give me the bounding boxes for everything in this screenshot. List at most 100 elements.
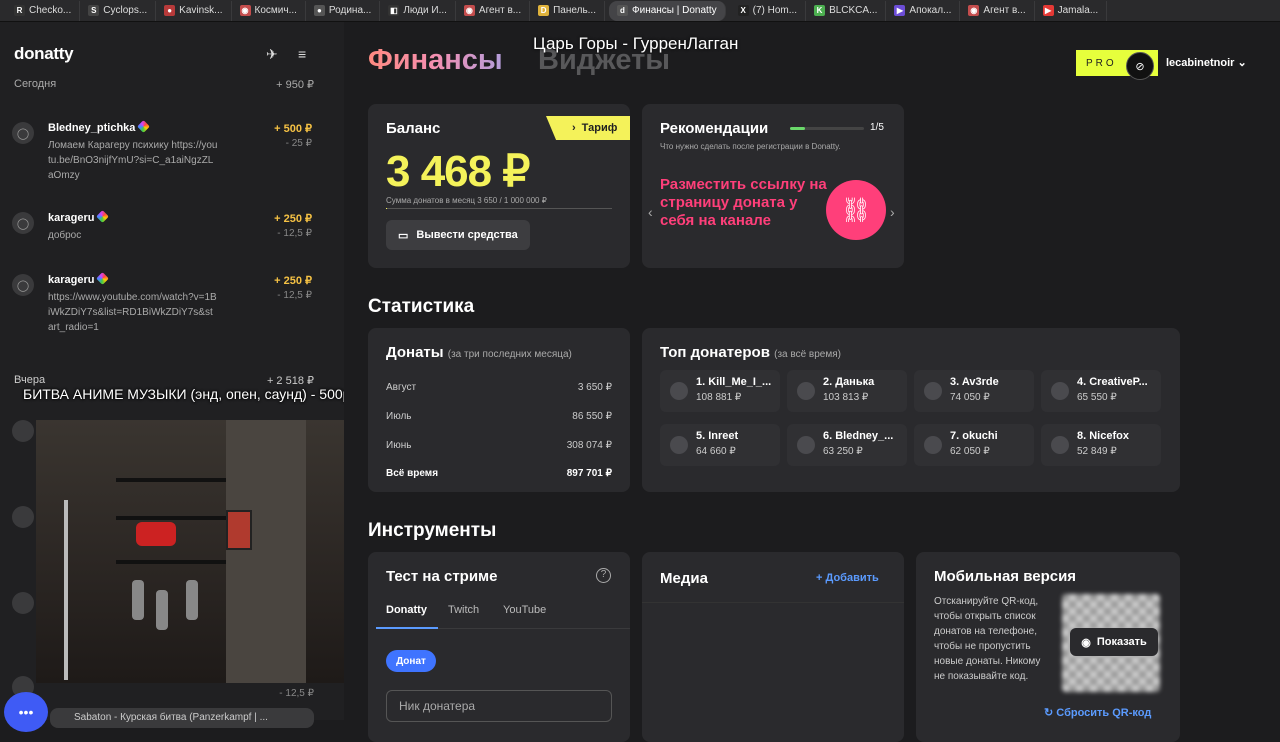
sword-shape — [64, 500, 68, 680]
donations-title: Донаты (за три последних месяца) — [386, 344, 572, 361]
favicon-icon: ◉ — [239, 5, 251, 16]
favicon-icon: ● — [164, 5, 176, 16]
browser-tab-label: Агент в... — [478, 5, 522, 16]
favicon-icon: ◉ — [968, 5, 980, 16]
poster — [226, 510, 252, 550]
favicon-icon: ◧ — [388, 5, 400, 16]
chevron-down-icon: ⌄ — [1237, 57, 1247, 69]
recommendations-card: Рекомендации 1/5 Что нужно сделать после… — [642, 104, 904, 268]
donation-fee: - 12,5 ₽ — [279, 688, 314, 699]
top-donator-item: 1. Kill_Me_I_... 108 881 ₽ — [660, 370, 780, 412]
help-icon[interactable]: ? — [596, 568, 611, 583]
favicon-icon: ● — [313, 5, 325, 16]
stat-value: 86 550 ₽ — [572, 411, 612, 422]
figure — [156, 590, 168, 630]
shelf — [116, 560, 226, 564]
browser-tab[interactable]: d Финансы | Donatty — [609, 0, 726, 21]
donor-name: karageru — [48, 272, 110, 286]
donation-item[interactable]: ◯ Bledney_ptichka Ломаем Карагеру психик… — [12, 120, 314, 192]
balance-card: Баланс › Тариф 3 468 ₽ Сумма донатов в ме… — [368, 104, 630, 268]
browser-tab[interactable]: ◧ Люди И... — [380, 0, 456, 21]
top-donator-name: 6. Bledney_... — [823, 430, 894, 442]
balance-amount: 3 468 ₽ — [386, 147, 530, 196]
user-avatar[interactable]: ⊘ — [1126, 52, 1154, 80]
plane-icon[interactable]: ✈ — [266, 46, 278, 63]
top-donator-name: 5. Inreet — [696, 430, 739, 442]
chevron-right-icon[interactable]: › — [890, 204, 895, 220]
tab-twitch[interactable]: Twitch — [448, 604, 479, 616]
browser-tab[interactable]: D Панель... — [530, 0, 605, 21]
avatar-icon — [12, 592, 34, 614]
filter-icon[interactable]: ≡ — [298, 46, 306, 62]
reset-qr-button[interactable]: ↻ Сбросить QR-код — [1044, 706, 1151, 719]
browser-tab[interactable]: ◉ Агент в... — [456, 0, 531, 21]
refresh-icon: ↻ — [1044, 707, 1054, 719]
top-donator-item: 7. okuchi 62 050 ₽ — [914, 424, 1034, 466]
top-donator-value: 52 849 ₽ — [1077, 446, 1117, 457]
browser-tab[interactable]: ● Kavinsk... — [156, 0, 232, 21]
browser-tab-label: Космич... — [254, 5, 297, 16]
tab-youtube[interactable]: YouTube — [503, 604, 546, 616]
donation-amount: + 250 ₽ — [274, 213, 312, 225]
donation-message: Ломаем Карагеру психику https://youtu.be… — [48, 140, 218, 181]
browser-tab[interactable]: ◉ Агент в... — [960, 0, 1035, 21]
chat-bubble-button[interactable]: ••• — [4, 692, 48, 732]
top-subtitle: (за всё время) — [774, 349, 841, 360]
browser-tab[interactable]: ◉ Космич... — [232, 0, 306, 21]
browser-tab[interactable]: S Cyclops... — [80, 0, 157, 21]
donat-chip[interactable]: Донат — [386, 650, 436, 672]
tools-heading: Инструменты — [368, 520, 497, 541]
tab-finance[interactable]: Финансы — [368, 44, 503, 77]
user-menu[interactable]: lecabinetnoir ⌄ — [1166, 56, 1247, 69]
top-donator-value: 103 813 ₽ — [823, 392, 869, 403]
browser-tab[interactable]: ▶ Апокал... — [886, 0, 961, 21]
browser-tab-label: Kavinsk... — [179, 5, 223, 16]
active-tab-indicator — [376, 627, 438, 629]
avatar-icon — [12, 420, 34, 442]
card-icon: ▭ — [398, 229, 409, 242]
browser-tab[interactable]: ▶ Jamala... — [1035, 0, 1108, 21]
youtube-now-playing[interactable]: Sabaton - Курская битва (Panzerkampf | .… — [50, 708, 314, 728]
donation-item[interactable]: ◯ karageru доброс + 250 ₽ - 12,5 ₽ — [12, 210, 314, 252]
chevron-left-icon[interactable]: ‹ — [648, 204, 653, 220]
reset-label: Сбросить QR-код — [1056, 707, 1152, 719]
avatar-icon — [670, 436, 688, 454]
avatar-icon: ◯ — [12, 122, 34, 144]
show-qr-button[interactable]: ◉ Показать — [1070, 628, 1158, 656]
favicon-icon: ▶ — [894, 5, 906, 16]
browser-tab[interactable]: R Checko... — [6, 0, 81, 21]
recommend-step: 1/5 — [870, 122, 884, 133]
withdraw-button[interactable]: ▭ Вывести средства — [386, 220, 530, 250]
top-donator-item: 4. CreativeP... 65 550 ₽ — [1041, 370, 1161, 412]
browser-tab[interactable]: ● Родина... — [306, 0, 381, 21]
donor-name: Bledney_ptichka — [48, 120, 151, 134]
eye-icon: ◉ — [1081, 636, 1091, 649]
avatar-icon — [670, 382, 688, 400]
stat-row: Июнь 308 074 ₽ — [386, 440, 612, 451]
balance-title: Баланс — [386, 120, 441, 137]
recommend-progress — [790, 127, 864, 130]
donations-stats-card: Донаты (за три последних месяца) Август 3… — [368, 328, 630, 492]
browser-tab-label: BLCKCA... — [829, 5, 878, 16]
browser-tab-label: Родина... — [328, 5, 372, 16]
stat-value: 897 701 ₽ — [566, 468, 612, 479]
favicon-icon: ◉ — [463, 5, 475, 16]
stat-row: Август 3 650 ₽ — [386, 382, 612, 393]
tab-donatty[interactable]: Donatty — [386, 604, 427, 616]
stream-test-title: Тест на стриме — [386, 568, 498, 585]
add-media-button[interactable]: + Добавить — [816, 572, 879, 584]
recommend-progress-fill — [790, 127, 805, 130]
donation-item[interactable]: ◯ karageru https://www.youtube.com/watch… — [12, 272, 314, 344]
recommend-text: Разместить ссылку на страницу доната у с… — [660, 176, 827, 229]
mobile-card: Мобильная версия Отсканируйте QR-код, чт… — [916, 552, 1180, 742]
browser-tab[interactable]: K BLCKCA... — [806, 0, 887, 21]
browser-tab[interactable]: X (7) Hom... — [730, 0, 807, 21]
recommendations-title: Рекомендации — [660, 120, 769, 137]
top-donator-value: 62 050 ₽ — [950, 446, 990, 457]
favicon-icon: ▶ — [1042, 5, 1054, 16]
top-donator-name: 4. CreativeP... — [1077, 376, 1148, 388]
mobile-text: Отсканируйте QR-код, чтобы открыть списо… — [934, 596, 1041, 682]
stat-label: Всё время — [386, 468, 439, 479]
tariff-button[interactable]: › Тариф — [546, 116, 630, 140]
donor-nick-input[interactable]: Ник донатера — [386, 690, 612, 722]
